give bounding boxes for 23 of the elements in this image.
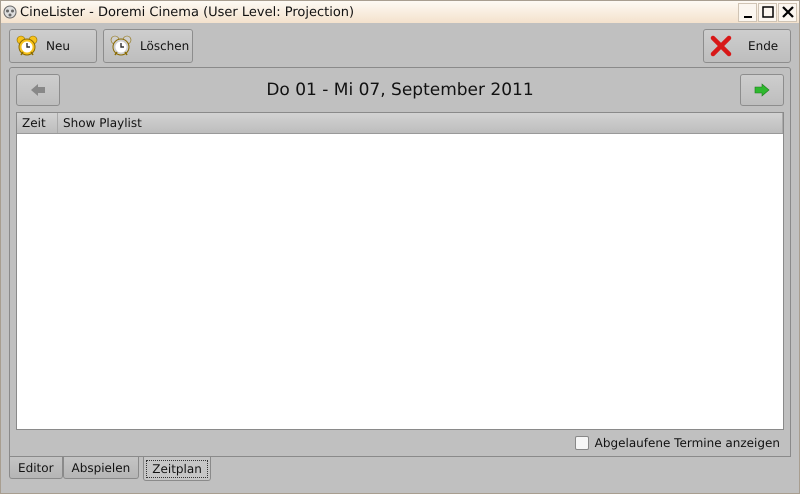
alarm-clock-icon [16,35,38,57]
window-title: CineLister - Doremi Cinema (User Level: Projection) [20,4,356,20]
tab[interactable]: Editor [9,457,63,479]
close-button[interactable] [778,2,797,22]
close-icon [710,35,732,57]
new-button[interactable]: Neu [9,29,97,63]
minimize-button[interactable] [738,2,757,22]
minimize-icon [744,16,752,18]
left-arrow-icon [30,83,46,97]
checkbox-label: Abgelaufene Termine anzeigen [594,436,780,450]
tab[interactable]: Zeitplan [143,457,211,481]
column-header[interactable]: Show Playlist [58,113,783,133]
maximize-icon [762,6,774,18]
column-header[interactable]: Zeit [17,113,58,133]
week-title: Do 01 - Mi 07, September 2011 [265,80,535,100]
delete-button[interactable]: Löschen [103,29,193,63]
tab[interactable]: Abspielen [62,457,140,479]
close-icon [782,6,794,18]
right-arrow-icon [754,83,770,97]
maximize-button[interactable] [758,2,777,22]
alarm-clock-icon [110,35,132,57]
checkbox[interactable] [574,436,589,450]
exit-button[interactable]: Ende [703,29,791,63]
